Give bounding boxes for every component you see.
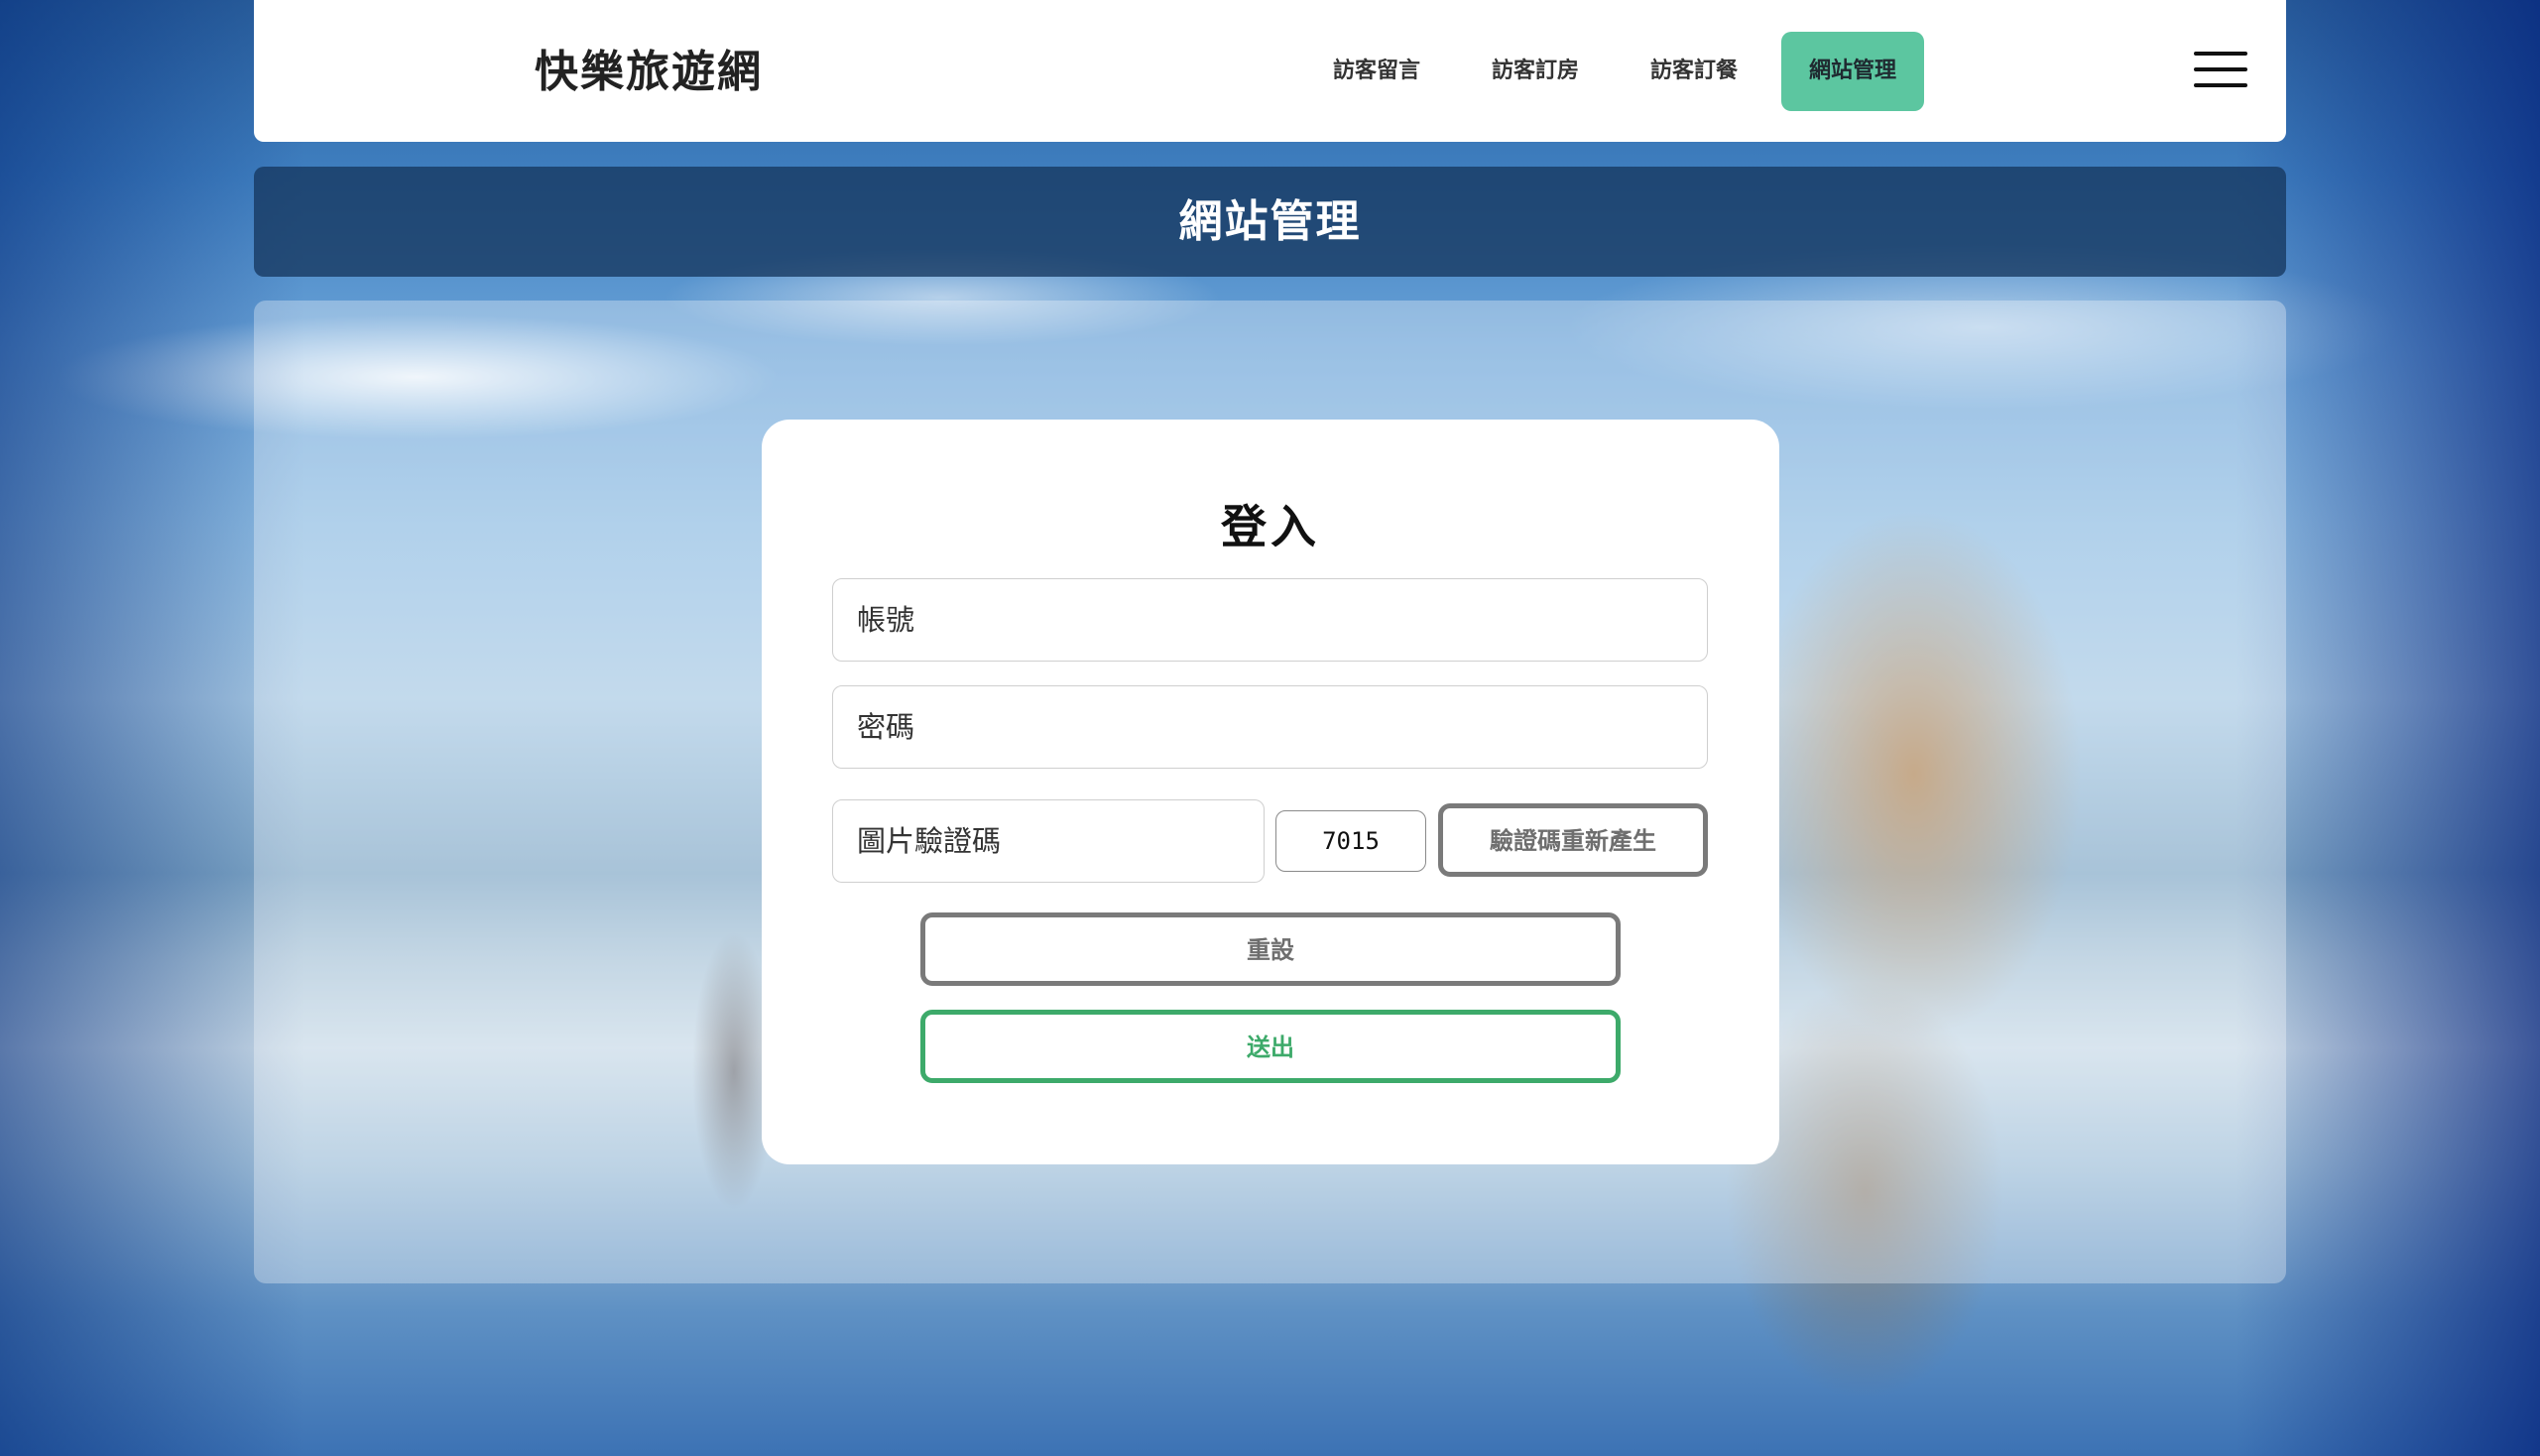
- hamburger-line: [2194, 83, 2247, 87]
- reset-button[interactable]: 重設: [920, 912, 1621, 986]
- password-input[interactable]: [832, 685, 1708, 769]
- username-input[interactable]: [832, 578, 1708, 662]
- nav-guest-room-booking[interactable]: 訪客訂房: [1464, 32, 1607, 111]
- captcha-input[interactable]: [832, 799, 1265, 883]
- login-title: 登入: [1221, 500, 1320, 553]
- site-brand[interactable]: 快樂旅遊網: [535, 38, 763, 107]
- login-form: 登入 7015 驗證碼重新產生 重設 送出: [762, 420, 1779, 1164]
- submit-button[interactable]: 送出: [920, 1010, 1621, 1083]
- page-title: 網站管理: [1178, 196, 1362, 247]
- nav-site-management[interactable]: 網站管理: [1781, 32, 1925, 111]
- main-nav: 訪客留言 訪客訂房 訪客訂餐 網站管理: [1305, 32, 1925, 111]
- hamburger-line: [2194, 52, 2247, 56]
- page-title-bar: 網站管理: [254, 167, 2286, 277]
- regenerate-captcha-button[interactable]: 驗證碼重新產生: [1438, 803, 1708, 877]
- nav-guest-meal-order[interactable]: 訪客訂餐: [1623, 32, 1765, 111]
- nav-guest-messages[interactable]: 訪客留言: [1305, 32, 1448, 111]
- hamburger-menu-icon[interactable]: [2194, 52, 2247, 87]
- hamburger-line: [2194, 67, 2247, 71]
- top-navbar: 快樂旅遊網 訪客留言 訪客訂房 訪客訂餐 網站管理: [254, 0, 2286, 142]
- captcha-code-display: 7015: [1275, 810, 1426, 872]
